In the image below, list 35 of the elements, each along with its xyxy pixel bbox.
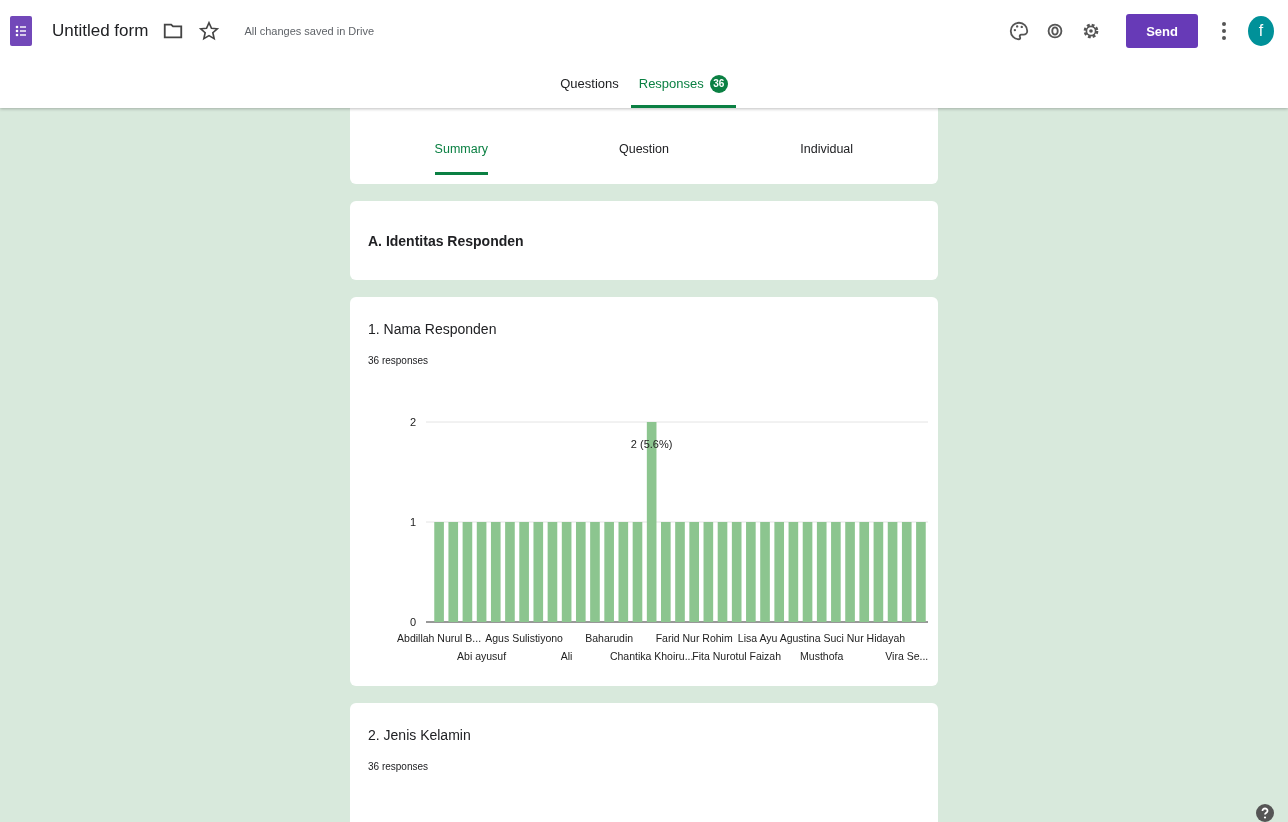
x-tick-label: Farid Nur Rohim: [655, 632, 733, 644]
tab[interactable]: Summary: [370, 108, 553, 184]
x-tick-label: Agus Sulistiyono: [485, 632, 563, 644]
response-count: 36 responses: [368, 761, 430, 772]
tab[interactable]: Questions: [552, 62, 627, 108]
y-tick-label: 2: [409, 416, 416, 428]
forms-logo-icon[interactable]: [10, 16, 32, 46]
help-icon[interactable]: [1256, 804, 1274, 822]
y-tick-label: 0: [409, 616, 416, 628]
x-tick-label: Ali: [560, 650, 573, 662]
x-tick-label: Suci Nur Hidayah: [823, 632, 906, 644]
x-tick-label: Fita Nurotul Faizah: [692, 650, 782, 662]
data-label: 2 (5.6%): [630, 438, 673, 450]
more-icon[interactable]: [1222, 22, 1226, 40]
question-title: 2. Jenis Kelamin: [368, 727, 472, 743]
x-tick-label: Musthofa: [800, 650, 844, 662]
x-tick-label: Chantika Khoiru...: [609, 650, 694, 662]
section-title: A. Identitas Responden: [350, 201, 938, 280]
tab[interactable]: Individual: [735, 108, 918, 184]
avatar[interactable]: f: [1248, 16, 1274, 46]
tab[interactable]: Question: [552, 108, 736, 184]
x-tick-label: Baharudin: [585, 632, 634, 644]
response-count-badge: 36: [709, 74, 728, 93]
star-icon[interactable]: [198, 20, 221, 42]
question-title: 1. Nama Responden: [368, 321, 498, 337]
x-tick-label: Abdillah Nurul B...: [397, 632, 482, 644]
response-count: 36 responses: [368, 355, 430, 366]
palette-icon[interactable]: [1008, 20, 1031, 42]
x-tick-label: Abi ayusuf: [457, 650, 507, 662]
save-status: All changes saved in Drive: [244, 25, 374, 37]
y-tick-label: 1: [409, 516, 416, 528]
x-tick-label: Lisa Ayu Agustina: [737, 632, 821, 644]
x-tick-label: Vira Se...: [885, 650, 928, 662]
send-button[interactable]: Send: [1126, 14, 1198, 48]
form-title[interactable]: Untitled form: [52, 21, 149, 41]
